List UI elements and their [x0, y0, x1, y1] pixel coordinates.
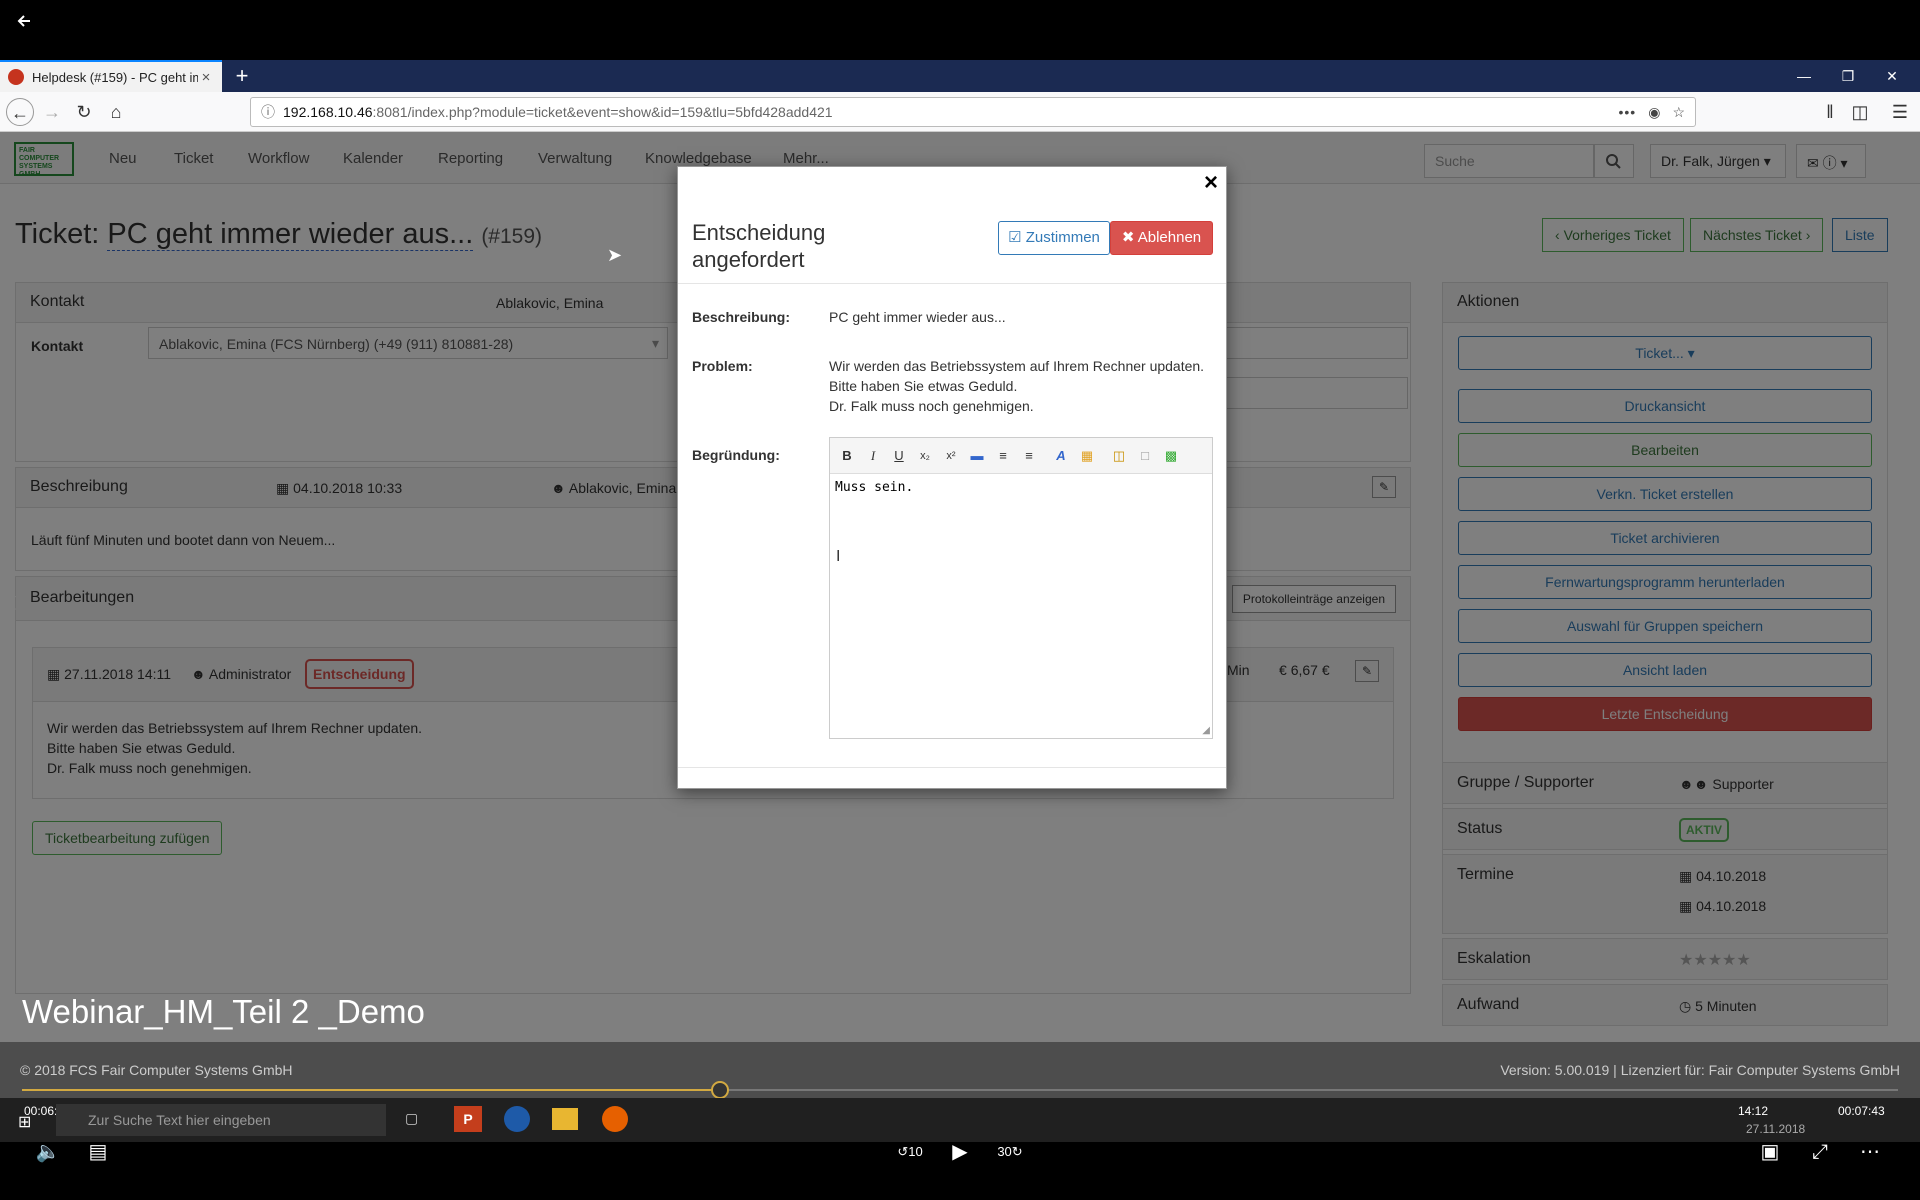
resize-handle-icon[interactable]: ◢	[1202, 725, 1210, 736]
decision-modal: × Entscheidung angefordert ☑ Zustimmen ✖…	[677, 166, 1227, 789]
taskbar-search-input[interactable]: Zur Suche Text hier eingeben	[56, 1104, 386, 1136]
captions-icon[interactable]: ▤	[80, 1134, 116, 1170]
reload-icon[interactable]: ↻	[70, 98, 98, 126]
reject-button[interactable]: ✖ Ablehnen	[1110, 221, 1213, 255]
player-controls: 🔈 ▤ ↺10 ▶ 30↻ ▣ ⤢ ⋯	[0, 1141, 1920, 1200]
taskbar-search-placeholder: Zur Suche Text hier eingeben	[88, 1112, 271, 1128]
description-value: PC geht immer wieder aus...	[829, 309, 1006, 325]
underline-icon[interactable]: U	[888, 446, 910, 466]
version-info: Version: 5.00.019 | Lizenziert für: Fair…	[1500, 1062, 1900, 1078]
problem-label: Problem:	[692, 358, 753, 374]
back-arrow-icon[interactable]	[12, 8, 38, 34]
clock-time: 14:12	[1738, 1104, 1769, 1118]
tab-title: Helpdesk (#159) - PC geht imm	[32, 69, 198, 85]
page-actions-icon[interactable]: •••	[1619, 104, 1637, 120]
superscript-icon[interactable]: x²	[940, 446, 962, 466]
favicon-icon	[8, 69, 24, 85]
sidebar-icon[interactable]: ◫	[1846, 98, 1874, 126]
paste-text-icon[interactable]: □	[1134, 446, 1156, 466]
seek-progress	[22, 1089, 720, 1091]
problem-line: Dr. Falk muss noch genehmigen.	[829, 398, 1034, 414]
minimize-icon[interactable]: —	[1782, 60, 1826, 92]
subscript-icon[interactable]: x₂	[914, 446, 936, 466]
horizontal-rule-icon[interactable]: ▬	[966, 446, 988, 466]
firefox-icon[interactable]	[602, 1106, 628, 1132]
window-close-icon[interactable]: ✕	[1870, 60, 1914, 92]
numbered-list-icon[interactable]: ≡	[1018, 446, 1040, 466]
reason-editor[interactable]: B I U x₂ x² ▬ ≡ ≡ A ▦ ◫ □ ▩ Muss sein. I…	[829, 437, 1213, 739]
play-icon[interactable]: ▶	[942, 1134, 978, 1170]
hamburger-menu-icon[interactable]: ☰	[1886, 98, 1914, 126]
back-icon[interactable]: ←	[6, 98, 34, 126]
pocket-icon[interactable]: ◉	[1648, 104, 1660, 121]
volume-icon[interactable]: 🔈	[30, 1134, 66, 1170]
info-icon[interactable]: ⓘ	[261, 102, 275, 122]
windows-start-icon[interactable]: ⊞	[18, 1112, 31, 1132]
bold-icon[interactable]: B	[836, 446, 858, 466]
task-view-icon[interactable]: ▢	[405, 1110, 418, 1127]
text-color-icon[interactable]: A	[1050, 446, 1072, 466]
home-icon[interactable]: ⌂	[102, 98, 130, 126]
video-title: Webinar_HM_Teil 2 _Demo	[22, 993, 425, 1030]
mouse-cursor-icon: ➤	[607, 245, 623, 265]
problem-value: Wir werden das Betriebssystem auf Ihrem …	[829, 356, 1204, 416]
text-cursor-icon: I	[836, 548, 841, 565]
exit-fullscreen-icon[interactable]: ⤢	[1802, 1134, 1838, 1170]
editor-toolbar: B I U x₂ x² ▬ ≡ ≡ A ▦ ◫ □ ▩	[830, 438, 1212, 474]
reject-label: Ablehnen	[1137, 229, 1202, 246]
maximize-icon[interactable]: ▩	[1160, 446, 1182, 466]
new-tab-button[interactable]: +	[230, 64, 254, 88]
file-explorer-icon[interactable]	[552, 1108, 578, 1130]
tab-close-icon[interactable]: ×	[198, 69, 214, 86]
miniplayer-icon[interactable]: ▣	[1752, 1134, 1788, 1170]
url-path: :8081/index.php?module=ticket&event=show…	[372, 104, 833, 120]
reason-text[interactable]: Muss sein.	[835, 480, 913, 495]
italic-icon[interactable]: I	[862, 446, 884, 466]
player-top-bar	[0, 0, 1920, 60]
app-icon[interactable]	[504, 1106, 530, 1132]
restore-icon[interactable]: ❐	[1826, 60, 1870, 92]
skip-back-button[interactable]: ↺10	[892, 1134, 928, 1170]
powerpoint-icon[interactable]: P	[454, 1106, 482, 1132]
problem-line: Bitte haben Sie etwas Geduld.	[829, 378, 1018, 394]
skip-forward-label: 30	[997, 1144, 1012, 1159]
browser-tab-bar: Helpdesk (#159) - PC geht imm × + — ❐ ✕	[0, 60, 1920, 92]
modal-title: Entscheidung angefordert	[692, 220, 826, 272]
background-color-icon[interactable]: ▦	[1076, 446, 1098, 466]
url-bar[interactable]: ⓘ 192.168.10.46:8081/index.php?module=ti…	[250, 97, 1696, 127]
library-icon[interactable]: ‖	[1816, 98, 1844, 126]
bookmark-star-icon[interactable]: ☆	[1672, 104, 1685, 121]
bulleted-list-icon[interactable]: ≡	[992, 446, 1014, 466]
modal-divider	[678, 283, 1226, 284]
modal-footer-divider	[678, 767, 1226, 768]
agree-button[interactable]: ☑ Zustimmen	[998, 221, 1110, 255]
copyright: © 2018 FCS Fair Computer Systems GmbH	[20, 1062, 293, 1078]
reason-label: Begründung:	[692, 447, 780, 463]
skip-forward-button[interactable]: 30↻	[992, 1134, 1028, 1170]
browser-toolbar: ← → ↻ ⌂ ⓘ 192.168.10.46:8081/index.php?m…	[0, 92, 1920, 132]
forward-icon[interactable]: →	[38, 98, 66, 126]
remaining-time: 00:07:43	[1838, 1104, 1885, 1118]
skip-back-label: 10	[908, 1144, 923, 1159]
description-label: Beschreibung:	[692, 309, 791, 325]
paste-icon[interactable]: ◫	[1108, 446, 1130, 466]
seek-bar[interactable]	[22, 1081, 1898, 1099]
seek-handle[interactable]	[710, 1081, 729, 1099]
url-host: 192.168.10.46	[283, 104, 373, 120]
agree-label: Zustimmen	[1025, 229, 1100, 246]
close-icon[interactable]: ×	[1204, 169, 1218, 197]
problem-line: Wir werden das Betriebssystem auf Ihrem …	[829, 358, 1205, 374]
browser-tab[interactable]: Helpdesk (#159) - PC geht imm ×	[0, 60, 222, 92]
more-options-icon[interactable]: ⋯	[1852, 1134, 1888, 1170]
